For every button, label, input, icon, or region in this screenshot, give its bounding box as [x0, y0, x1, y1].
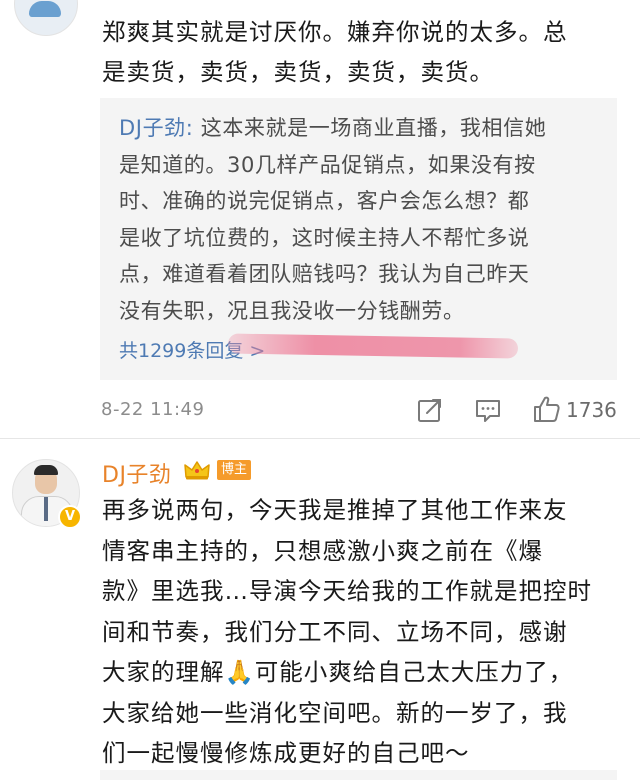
comment-line: 们一起慢慢修炼成更好的自己吧～: [102, 739, 470, 767]
reply-line: 是知道的。30几样产品促销点，如果没有按: [119, 152, 536, 177]
comment-author-name[interactable]: DJ子劲: [102, 457, 171, 489]
reply-line: 时、准确的说完促销点，客户会怎么想？都: [119, 189, 530, 213]
comment-line: 间和节奏，我们分工不同、立场不同，感谢: [102, 617, 568, 646]
comment-text: 再多说两句，今天我是推掉了其他工作来友 情客串主持的，只想感激小爽之前在《爆 款…: [102, 490, 622, 774]
comment-line: 款》里选我…导演今天给我的工作就是把控时: [102, 577, 592, 605]
pink-highlight-mark: [227, 333, 519, 359]
comment-line: 大家的理解🙏可能小爽给自己太大压力了，: [102, 658, 574, 686]
author-badge: 博主: [217, 460, 252, 480]
comment-line: 大家给她一些消化空间吧。新的一岁了，我: [102, 698, 568, 727]
like-count: 1736: [566, 398, 617, 422]
comment-line: 是卖货，卖货，卖货，卖货，卖货。: [102, 58, 494, 86]
avatar-tie: [44, 497, 48, 521]
reply-preview-box[interactable]: DJ子劲: 这本来就是一场商业直播，我相信她 是知道的。30几样产品促销点，如果…: [100, 98, 617, 380]
share-icon[interactable]: [416, 396, 444, 424]
commenter-avatar[interactable]: [14, 0, 78, 36]
verified-badge-icon: V: [58, 505, 82, 529]
comment-icon[interactable]: [474, 396, 502, 424]
comment-text: 郑爽其实就是讨厌你。嫌弃你说的太多。总 是卖货，卖货，卖货，卖货，卖货。: [102, 12, 612, 92]
reply-line: 没有失职，况且我没收一分钱酬劳。: [119, 298, 465, 323]
thumbs-up-icon[interactable]: [532, 394, 562, 424]
comment-divider: [0, 438, 640, 439]
crown-icon: [184, 461, 210, 480]
avatar-bird-icon: [29, 1, 61, 17]
comment-line: 情客串主持的，只想感激小爽之前在《爆: [102, 536, 543, 565]
reply-line: 是收了坑位费的，这时候主持人不帮忙多说: [119, 225, 530, 250]
comment-line: 郑爽其实就是讨厌你。嫌弃你说的太多。总: [102, 18, 568, 46]
comment-line: 再多说两句，今天我是推掉了其他工作来友: [102, 496, 568, 524]
avatar-hair: [34, 465, 58, 475]
reply-line: 点，难道看着团队赔钱吗？我认为自己昨天: [119, 262, 530, 286]
reply-line-text: 这本来就是一场商业直播，我相信她: [200, 116, 547, 140]
reply-separator: :: [185, 116, 201, 140]
comment-timestamp: 8-22 11:49: [101, 399, 205, 420]
reply-text: DJ子劲: 这本来就是一场商业直播，我相信她 是知道的。30几样产品促销点，如果…: [119, 110, 609, 329]
reply-author-link[interactable]: DJ子劲: [119, 116, 186, 140]
reply-line: DJ子劲: 这本来就是一场商业直播，我相信她: [119, 110, 609, 147]
reply-preview-box[interactable]: [100, 770, 617, 780]
